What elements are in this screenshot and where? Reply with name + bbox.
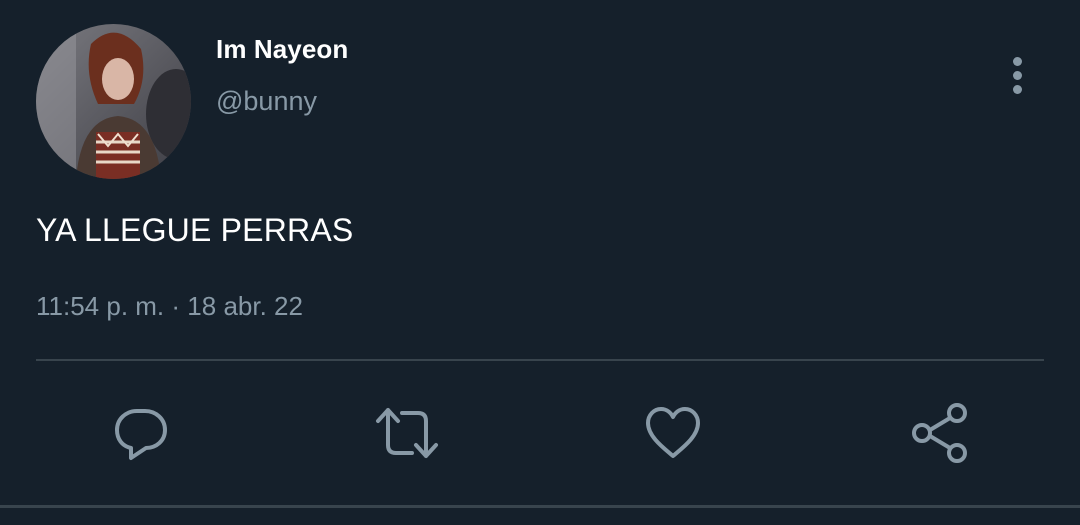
tweet-text: YA LLEGUE PERRAS bbox=[36, 212, 354, 248]
retweet-button[interactable] bbox=[374, 400, 440, 466]
user-handle[interactable]: @bunny bbox=[216, 86, 317, 117]
tweet-time[interactable]: 11:54 p. m. bbox=[36, 291, 164, 321]
tweet-date[interactable]: 18 abr. 22 bbox=[187, 291, 303, 321]
more-options-button[interactable] bbox=[998, 52, 1036, 98]
profile-photo-icon bbox=[36, 24, 191, 179]
more-vertical-icon bbox=[1012, 56, 1022, 66]
retweet-arrows-icon bbox=[376, 408, 438, 458]
bottom-divider bbox=[0, 505, 1080, 508]
share-button[interactable] bbox=[906, 400, 972, 466]
share-nodes-icon bbox=[912, 403, 967, 463]
avatar[interactable] bbox=[36, 24, 191, 179]
divider bbox=[36, 359, 1044, 361]
tweet-detail: Im Nayeon @bunny YA LLEGUE PERRAS 11:54 … bbox=[0, 0, 1080, 525]
heart-icon bbox=[646, 407, 700, 458]
reply-button[interactable] bbox=[108, 400, 174, 466]
speech-bubble-icon bbox=[115, 409, 167, 460]
meta-separator: · bbox=[171, 291, 181, 321]
display-name[interactable]: Im Nayeon bbox=[216, 34, 348, 65]
tweet-timestamp: 11:54 p. m. · 18 abr. 22 bbox=[36, 291, 303, 322]
like-button[interactable] bbox=[640, 400, 706, 466]
